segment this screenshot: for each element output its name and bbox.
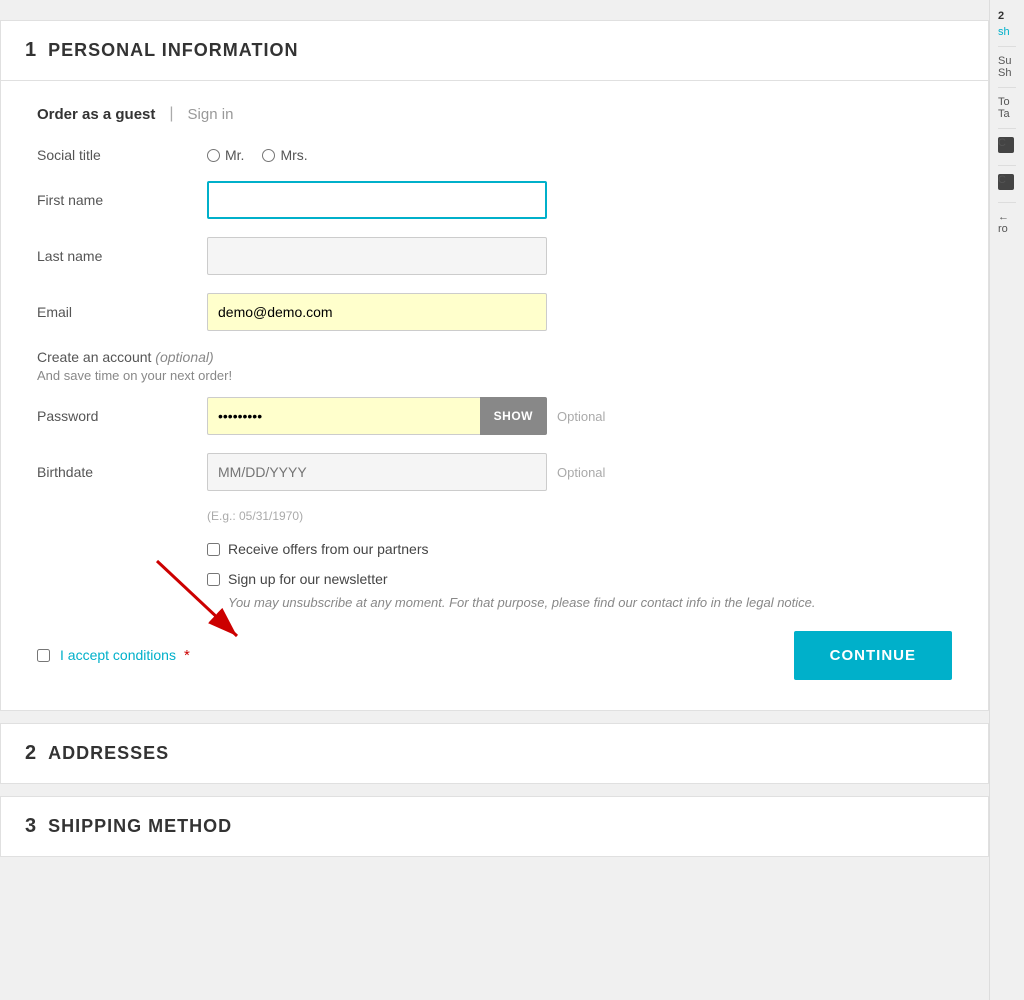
password-row: Password SHOW Optional xyxy=(37,397,952,435)
section3-title: SHIPPING METHOD xyxy=(48,816,232,837)
sign-in-link[interactable]: Sign in xyxy=(188,106,234,123)
section1-title: PERSONAL INFORMATION xyxy=(48,40,298,61)
social-title-radios: Mr. Mrs. xyxy=(207,147,308,163)
sidebar-divider5 xyxy=(998,202,1016,203)
sidebar-icon1: C xyxy=(998,137,1014,153)
section3-number: 3 xyxy=(25,815,36,838)
lastname-label: Last name xyxy=(37,248,207,264)
sidebar-step2: 2 xyxy=(998,10,1016,22)
offers-checkbox[interactable] xyxy=(207,543,220,556)
password-optional-label: Optional xyxy=(557,409,605,424)
newsletter-checkbox[interactable] xyxy=(207,573,220,586)
section-personal-info: 1 PERSONAL INFORMATION Order as a guest … xyxy=(0,20,989,711)
section2-number: 2 xyxy=(25,742,36,765)
password-input[interactable] xyxy=(207,397,480,435)
lastname-input[interactable] xyxy=(207,237,547,275)
section-addresses: 2 ADDRESSES xyxy=(0,723,989,784)
section1-number: 1 xyxy=(25,39,36,62)
radio-mrs-input[interactable] xyxy=(262,149,275,162)
sidebar-summary: Su xyxy=(998,55,1016,67)
newsletter-note: You may unsubscribe at any moment. For t… xyxy=(228,593,816,613)
radio-mrs[interactable]: Mrs. xyxy=(262,147,307,163)
create-account-section: Create an account (optional) And save ti… xyxy=(37,349,952,383)
required-star: * xyxy=(184,647,190,664)
right-sidebar: 2 sh Su Sh To Ta C C ← ro xyxy=(989,0,1024,1000)
offers-label: Receive offers from our partners xyxy=(228,541,429,557)
show-password-button[interactable]: SHOW xyxy=(480,397,547,435)
sidebar-content: 2 sh Su Sh To Ta C C ← ro xyxy=(990,0,1024,245)
section1-header: 1 PERSONAL INFORMATION xyxy=(1,21,988,81)
newsletter-label: Sign up for our newsletter xyxy=(228,571,388,587)
social-title-label: Social title xyxy=(37,147,207,163)
email-row: Email xyxy=(37,293,952,331)
firstname-input[interactable] xyxy=(207,181,547,219)
password-label: Password xyxy=(37,408,207,424)
lastname-row: Last name xyxy=(37,237,952,275)
radio-mr[interactable]: Mr. xyxy=(207,147,244,163)
sidebar-tax: Ta xyxy=(998,108,1016,120)
radio-mrs-label: Mrs. xyxy=(280,147,307,163)
section2-header: 2 ADDRESSES xyxy=(1,724,988,783)
sidebar-back-link[interactable]: ← ro xyxy=(998,211,1016,235)
sidebar-total: To xyxy=(998,96,1016,108)
newsletter-content: Sign up for our newsletter You may unsub… xyxy=(228,571,816,613)
sidebar-link[interactable]: sh xyxy=(998,26,1016,38)
firstname-label: First name xyxy=(37,192,207,208)
firstname-row: First name xyxy=(37,181,952,219)
accept-conditions-checkbox[interactable] xyxy=(37,649,50,662)
sidebar-icon2: C xyxy=(998,174,1014,190)
bottom-row: I accept conditions * CONTINUE xyxy=(37,631,952,680)
birthdate-row: Birthdate Optional xyxy=(37,453,952,491)
sidebar-divider2 xyxy=(998,87,1016,88)
accept-conditions-wrap: I accept conditions * xyxy=(37,647,190,664)
social-title-row: Social title Mr. Mrs. xyxy=(37,147,952,163)
section-shipping: 3 SHIPPING METHOD xyxy=(0,796,989,857)
section1-body: Order as a guest | Sign in Social title … xyxy=(1,81,988,710)
continue-button[interactable]: CONTINUE xyxy=(794,631,952,680)
section3-header: 3 SHIPPING METHOD xyxy=(1,797,988,856)
birthdate-label: Birthdate xyxy=(37,464,207,480)
create-account-title: Create an account (optional) xyxy=(37,349,952,365)
email-label: Email xyxy=(37,304,207,320)
sidebar-divider3 xyxy=(998,128,1016,129)
guest-label: Order as a guest xyxy=(37,106,155,123)
accept-conditions-link[interactable]: I accept conditions xyxy=(60,647,176,663)
email-input[interactable] xyxy=(207,293,547,331)
section2-title: ADDRESSES xyxy=(48,743,169,764)
guest-signin-row: Order as a guest | Sign in xyxy=(37,105,952,123)
newsletter-row: Sign up for our newsletter You may unsub… xyxy=(207,571,952,613)
offers-row: Receive offers from our partners xyxy=(207,541,952,557)
create-account-sub: And save time on your next order! xyxy=(37,368,952,383)
sidebar-divider4 xyxy=(998,165,1016,166)
birthdate-input[interactable] xyxy=(207,453,547,491)
birthdate-optional-label: Optional xyxy=(557,465,605,480)
sidebar-divider1 xyxy=(998,46,1016,47)
pipe-divider: | xyxy=(169,105,173,123)
radio-mr-label: Mr. xyxy=(225,147,244,163)
birthdate-hint: (E.g.: 05/31/1970) xyxy=(207,509,952,523)
radio-mr-input[interactable] xyxy=(207,149,220,162)
sidebar-shipping-short: Sh xyxy=(998,67,1016,79)
password-wrap: SHOW xyxy=(207,397,547,435)
